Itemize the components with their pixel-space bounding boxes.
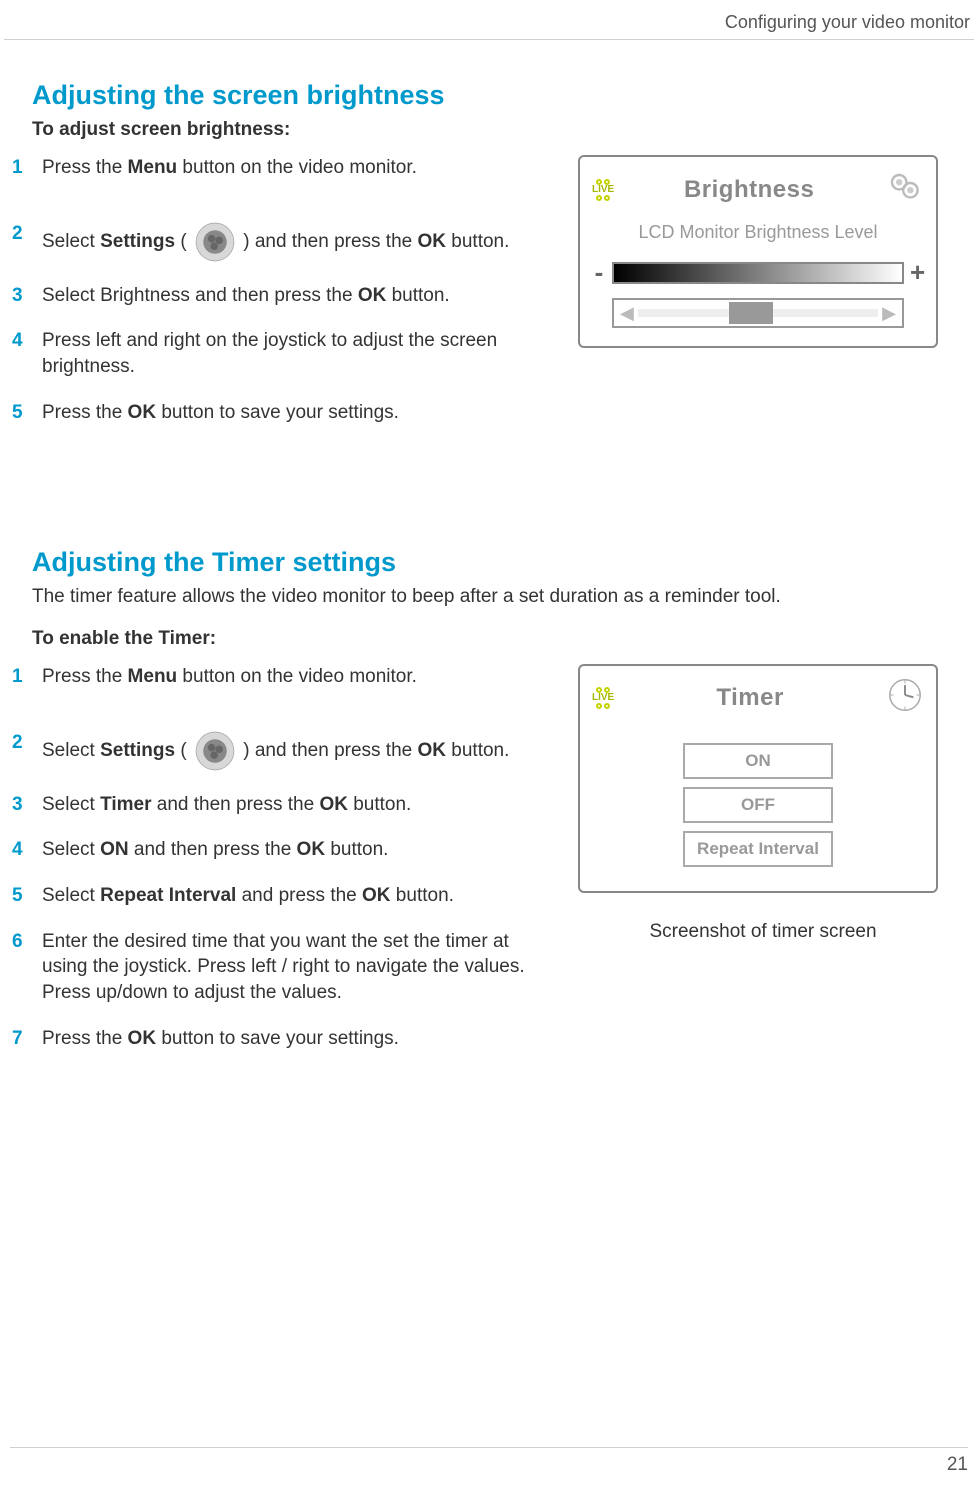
timer-step-7: Press the OK button to save your setting… xyxy=(12,1018,558,1064)
brightness-gradient-bar: - + xyxy=(592,257,924,288)
brightness-subtitle: To adjust screen brightness: xyxy=(32,119,948,141)
page-footer: 21 xyxy=(10,1447,968,1476)
timer-caption: Screenshot of timer screen xyxy=(578,921,948,943)
plus-icon: + xyxy=(910,257,924,288)
page-number: 21 xyxy=(947,1454,968,1475)
arrow-right-icon: ▶ xyxy=(882,303,896,324)
brightness-step-2: Select Settings ( ) and then press the O… xyxy=(12,213,558,275)
live-badge: LIVE xyxy=(592,687,614,708)
page-content: Adjusting the screen brightness To adjus… xyxy=(0,80,978,1063)
screenshot-title: Timer xyxy=(716,684,783,712)
slider-thumb xyxy=(729,302,773,324)
brightness-step-4: Press left and right on the joystick to … xyxy=(12,320,558,391)
section-brightness-title: Adjusting the screen brightness xyxy=(32,80,948,111)
minus-icon: - xyxy=(592,257,606,288)
timer-steps: Press the Menu button on the video monit… xyxy=(12,656,558,1063)
gear-icon xyxy=(194,730,236,772)
gear-icon xyxy=(194,221,236,263)
timer-screenshot: LIVE Timer ON OFF Repeat Interval xyxy=(578,664,938,893)
brightness-step-5: Press the OK button to save your setting… xyxy=(12,392,558,438)
brightness-step-1: Press the Menu button on the video monit… xyxy=(12,147,558,193)
timer-step-2: Select Settings ( ) and then press the O… xyxy=(12,722,558,784)
live-badge: LIVE xyxy=(592,179,614,200)
timer-step-1: Press the Menu button on the video monit… xyxy=(12,656,558,702)
screenshot-title: Brightness xyxy=(684,176,814,204)
clock-icon xyxy=(886,676,924,719)
screenshot-subtitle: LCD Monitor Brightness Level xyxy=(592,222,924,243)
brightness-step-3: Select Brightness and then press the OK … xyxy=(12,275,558,321)
timer-intro: The timer feature allows the video monit… xyxy=(32,586,948,608)
page-header: Configuring your video monitor xyxy=(4,0,974,40)
timer-step-4: Select ON and then press the OK button. xyxy=(12,829,558,875)
timer-subtitle: To enable the Timer: xyxy=(32,628,948,650)
arrow-left-icon: ◀ xyxy=(620,303,634,324)
timer-option-on: ON xyxy=(683,743,833,779)
brightness-steps: Press the Menu button on the video monit… xyxy=(12,147,558,437)
section-timer-title: Adjusting the Timer settings xyxy=(32,547,948,578)
gear-icon xyxy=(884,167,924,212)
brightness-slider: ◀ ▶ xyxy=(592,298,924,328)
timer-option-repeat: Repeat Interval xyxy=(683,831,833,867)
timer-step-6: Enter the desired time that you want the… xyxy=(12,921,558,1018)
timer-step-5: Select Repeat Interval and press the OK … xyxy=(12,875,558,921)
timer-option-off: OFF xyxy=(683,787,833,823)
brightness-screenshot: LIVE Brightness LCD Monitor Brightness L… xyxy=(578,155,938,348)
timer-step-3: Select Timer and then press the OK butto… xyxy=(12,784,558,830)
